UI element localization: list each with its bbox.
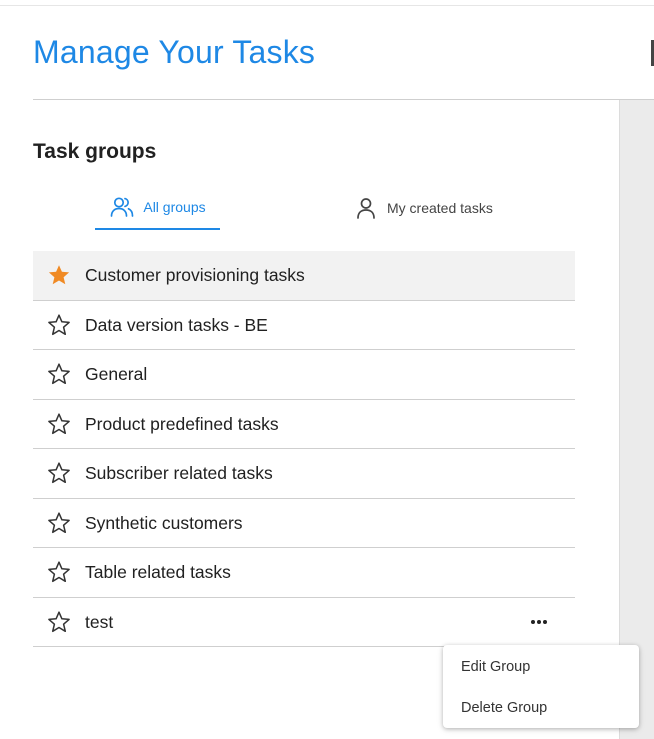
star-outline-icon[interactable]	[46, 510, 72, 536]
side-panel	[619, 100, 654, 739]
group-name: Synthetic customers	[85, 512, 243, 533]
page-title: Manage Your Tasks	[33, 34, 316, 70]
star-outline-icon[interactable]	[46, 312, 72, 338]
group-row[interactable]: Product predefined tasks	[33, 400, 575, 449]
edit-group-menu-item[interactable]: Edit Group	[443, 647, 639, 688]
group-name: Product predefined tasks	[85, 413, 279, 434]
tab-all-groups-label: All groups	[143, 199, 206, 215]
group-row[interactable]: Table related tasks	[33, 548, 575, 598]
delete-group-menu-item[interactable]: Delete Group	[443, 688, 639, 729]
group-name: Subscriber related tasks	[85, 463, 273, 484]
group-name: test	[85, 611, 114, 632]
user-icon	[353, 195, 379, 221]
group-name: Table related tasks	[85, 562, 231, 583]
users-icon	[109, 194, 135, 220]
title-divider	[33, 99, 654, 100]
star-outline-icon[interactable]	[46, 460, 72, 486]
group-row[interactable]: Subscriber related tasks	[33, 449, 575, 499]
star-filled-icon[interactable]	[46, 262, 72, 288]
group-row[interactable]: Synthetic customers	[33, 499, 575, 548]
section-title: Task groups	[33, 140, 157, 163]
top-bar	[0, 0, 654, 6]
group-row[interactable]: General	[33, 350, 575, 400]
group-context-menu: Edit Group Delete Group	[443, 645, 639, 728]
group-row[interactable]: test	[33, 598, 575, 647]
group-name: Customer provisioning tasks	[85, 265, 305, 286]
group-name: General	[85, 364, 148, 385]
star-outline-icon[interactable]	[46, 411, 72, 437]
star-outline-icon[interactable]	[46, 559, 72, 585]
more-options-icon[interactable]	[529, 612, 549, 632]
star-outline-icon[interactable]	[46, 609, 72, 635]
task-group-list: Customer provisioning tasks Data version…	[33, 251, 575, 647]
tab-my-created-tasks[interactable]: My created tasks	[353, 186, 503, 230]
group-tabs: All groups My created tasks	[33, 186, 575, 230]
tab-all-groups[interactable]: All groups	[95, 186, 220, 230]
group-row[interactable]: Data version tasks - BE	[33, 301, 575, 350]
tab-my-created-tasks-label: My created tasks	[387, 200, 493, 216]
group-name: Data version tasks - BE	[85, 314, 268, 335]
star-outline-icon[interactable]	[46, 361, 72, 387]
group-row[interactable]: Customer provisioning tasks	[33, 251, 575, 301]
